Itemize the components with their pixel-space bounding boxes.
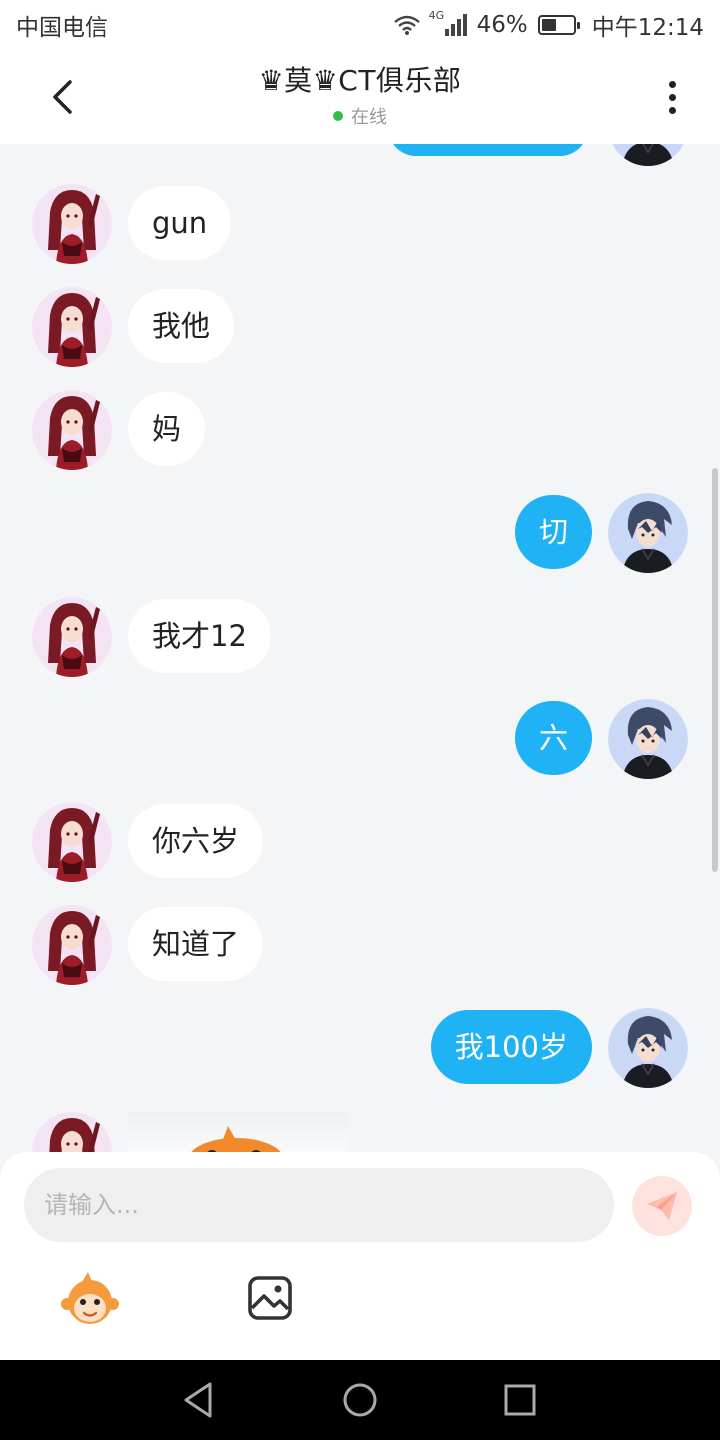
my-avatar[interactable]: [608, 1008, 688, 1088]
message-list[interactable]: gun 我他 妈 切 我才12 六 你六岁 知道了 我100岁: [0, 144, 720, 1152]
chat-screen: 中国电信 4G 46% 中午12:14 ♛莫♛CT俱乐部 在线 gun 我他 妈…: [0, 0, 720, 1440]
sticker-image: [191, 1126, 281, 1152]
battery-percent: 46%: [476, 12, 528, 38]
nav-back-icon[interactable]: [180, 1380, 220, 1420]
clock: 中午12:14: [591, 15, 704, 41]
message-row: 我他: [0, 287, 720, 367]
message-row: [0, 1112, 720, 1152]
message-bubble[interactable]: 切: [514, 495, 592, 569]
message-row: 我100岁: [0, 1008, 720, 1088]
image-icon: [248, 1276, 292, 1320]
online-status: 在线: [259, 103, 462, 129]
image-picker-button[interactable]: [246, 1274, 294, 1322]
cellular-icon: 4G: [429, 9, 469, 37]
my-avatar[interactable]: [608, 493, 688, 573]
message-bubble[interactable]: 我才12: [128, 599, 271, 673]
send-button[interactable]: [632, 1176, 692, 1236]
message-input[interactable]: [24, 1168, 614, 1242]
message-row: 妈: [0, 390, 720, 470]
message-row: 我才12: [0, 597, 720, 677]
image-message[interactable]: [128, 1112, 348, 1152]
friend-avatar[interactable]: [32, 390, 112, 470]
nav-recents-icon[interactable]: [500, 1380, 540, 1420]
message-bubble[interactable]: 知道了: [128, 907, 264, 981]
online-status-text: 在线: [350, 107, 387, 128]
online-dot-icon: [332, 111, 343, 121]
my-avatar[interactable]: [608, 699, 688, 779]
battery-level: [541, 19, 556, 31]
message-row: 知道了: [0, 905, 720, 985]
message-row: 切: [0, 493, 720, 573]
nav-home-icon[interactable]: [340, 1380, 380, 1420]
status-bar: 中国电信 4G 46% 中午12:14: [0, 0, 720, 50]
message-row: gun: [0, 184, 720, 264]
scrollbar[interactable]: [712, 468, 718, 872]
friend-avatar[interactable]: [32, 905, 112, 985]
friend-avatar[interactable]: [32, 597, 112, 677]
send-icon: [647, 1192, 677, 1220]
message-bubble[interactable]: 妈: [128, 392, 206, 466]
input-panel: [0, 1152, 720, 1360]
chat-header: ♛莫♛CT俱乐部 在线: [0, 50, 720, 144]
friend-avatar[interactable]: [32, 802, 112, 882]
back-button[interactable]: [40, 72, 84, 122]
message-row: 你六岁: [0, 802, 720, 882]
more-vertical-icon: [668, 80, 676, 88]
message-bubble[interactable]: gun: [128, 186, 232, 260]
status-icons: 4G 46% 中午12:14: [393, 8, 704, 42]
friend-avatar[interactable]: [32, 287, 112, 367]
message-bubble[interactable]: 我100岁: [430, 1010, 592, 1084]
friend-avatar[interactable]: [32, 1112, 112, 1152]
system-nav-bar: [0, 1360, 720, 1440]
message-bubble[interactable]: 六: [514, 701, 592, 775]
chevron-left-icon: [53, 80, 72, 114]
wifi-icon: [393, 15, 420, 35]
chat-title: ♛莫♛CT俱乐部: [258, 64, 462, 97]
emoji-button[interactable]: [60, 1272, 120, 1328]
message-bubble[interactable]: 你六岁: [128, 804, 264, 878]
carrier-label: 中国电信: [16, 15, 108, 41]
message-bubble-partial[interactable]: [388, 144, 588, 156]
title-block: ♛莫♛CT俱乐部 在线: [259, 59, 462, 129]
message-row: 六: [0, 699, 720, 779]
more-options-button[interactable]: [652, 72, 692, 122]
battery-icon: [537, 15, 580, 35]
message-bubble[interactable]: 我他: [128, 289, 235, 363]
my-avatar[interactable]: [608, 144, 688, 166]
monkey-emoji-icon: [61, 1272, 119, 1324]
friend-avatar[interactable]: [32, 184, 112, 264]
